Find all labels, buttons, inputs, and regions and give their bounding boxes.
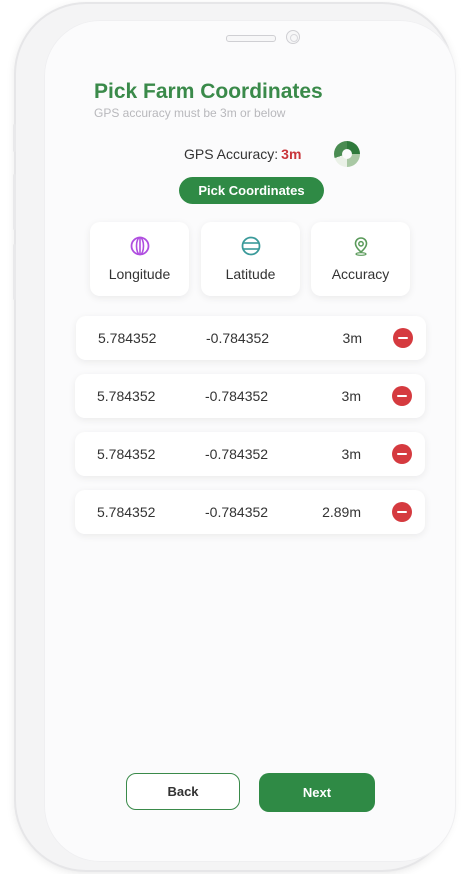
coordinate-row: 5.784352 -0.784352 3m: [75, 374, 425, 418]
column-label-accuracy: Accuracy: [331, 266, 390, 282]
row-latitude: -0.784352: [206, 330, 270, 346]
coordinate-row: 5.784352 -0.784352 2.89m: [75, 490, 425, 534]
location-pin-icon: [351, 236, 371, 256]
speaker-grille: [226, 35, 276, 42]
row-longitude: 5.784352: [97, 388, 156, 404]
row-longitude: 5.784352: [98, 330, 157, 346]
gps-accuracy-label: GPS Accuracy:: [184, 146, 279, 162]
column-header-accuracy: Accuracy: [311, 222, 410, 296]
globe-icon: [130, 236, 150, 256]
volume-down-button: [13, 244, 16, 300]
volume-up-button: [13, 174, 16, 230]
pick-coordinates-button[interactable]: Pick Coordinates: [179, 177, 324, 204]
row-accuracy: 3m: [341, 388, 361, 404]
column-label-longitude: Longitude: [108, 266, 171, 282]
remove-row-icon[interactable]: [392, 444, 412, 464]
coordinate-row: 5.784352 -0.784352 3m: [75, 432, 425, 476]
row-latitude: -0.784352: [205, 504, 269, 520]
row-longitude: 5.784352: [97, 504, 156, 520]
row-accuracy: 3m: [341, 446, 361, 462]
row-longitude: 5.784352: [97, 446, 156, 462]
back-button[interactable]: Back: [126, 773, 240, 810]
column-label-latitude: Latitude: [225, 266, 276, 282]
row-accuracy: 2.89m: [322, 504, 361, 520]
app-screen: Pick Farm Coordinates GPS accuracy must …: [44, 20, 456, 862]
remove-row-icon[interactable]: [393, 328, 413, 348]
page-subtitle: GPS accuracy must be 3m or below: [94, 106, 286, 120]
latitude-globe-icon: [241, 236, 261, 256]
remove-row-icon[interactable]: [392, 502, 412, 522]
column-header-longitude: Longitude: [90, 222, 189, 296]
row-latitude: -0.784352: [205, 446, 269, 462]
page-title: Pick Farm Coordinates: [94, 80, 323, 103]
coordinate-row: 5.784352 -0.784352 3m: [76, 316, 426, 360]
side-button: [13, 124, 16, 152]
gps-accuracy-value: 3m: [281, 146, 302, 162]
gps-accuracy-readout: GPS Accuracy: 3m: [184, 143, 301, 165]
row-latitude: -0.784352: [205, 388, 269, 404]
column-header-latitude: Latitude: [201, 222, 300, 296]
remove-row-icon[interactable]: [392, 386, 412, 406]
loading-spinner-icon: [334, 141, 360, 167]
camera-icon: [286, 30, 300, 44]
row-accuracy: 3m: [342, 330, 362, 346]
next-button[interactable]: Next: [259, 773, 375, 812]
phone-frame: Pick Farm Coordinates GPS accuracy must …: [13, 4, 456, 870]
